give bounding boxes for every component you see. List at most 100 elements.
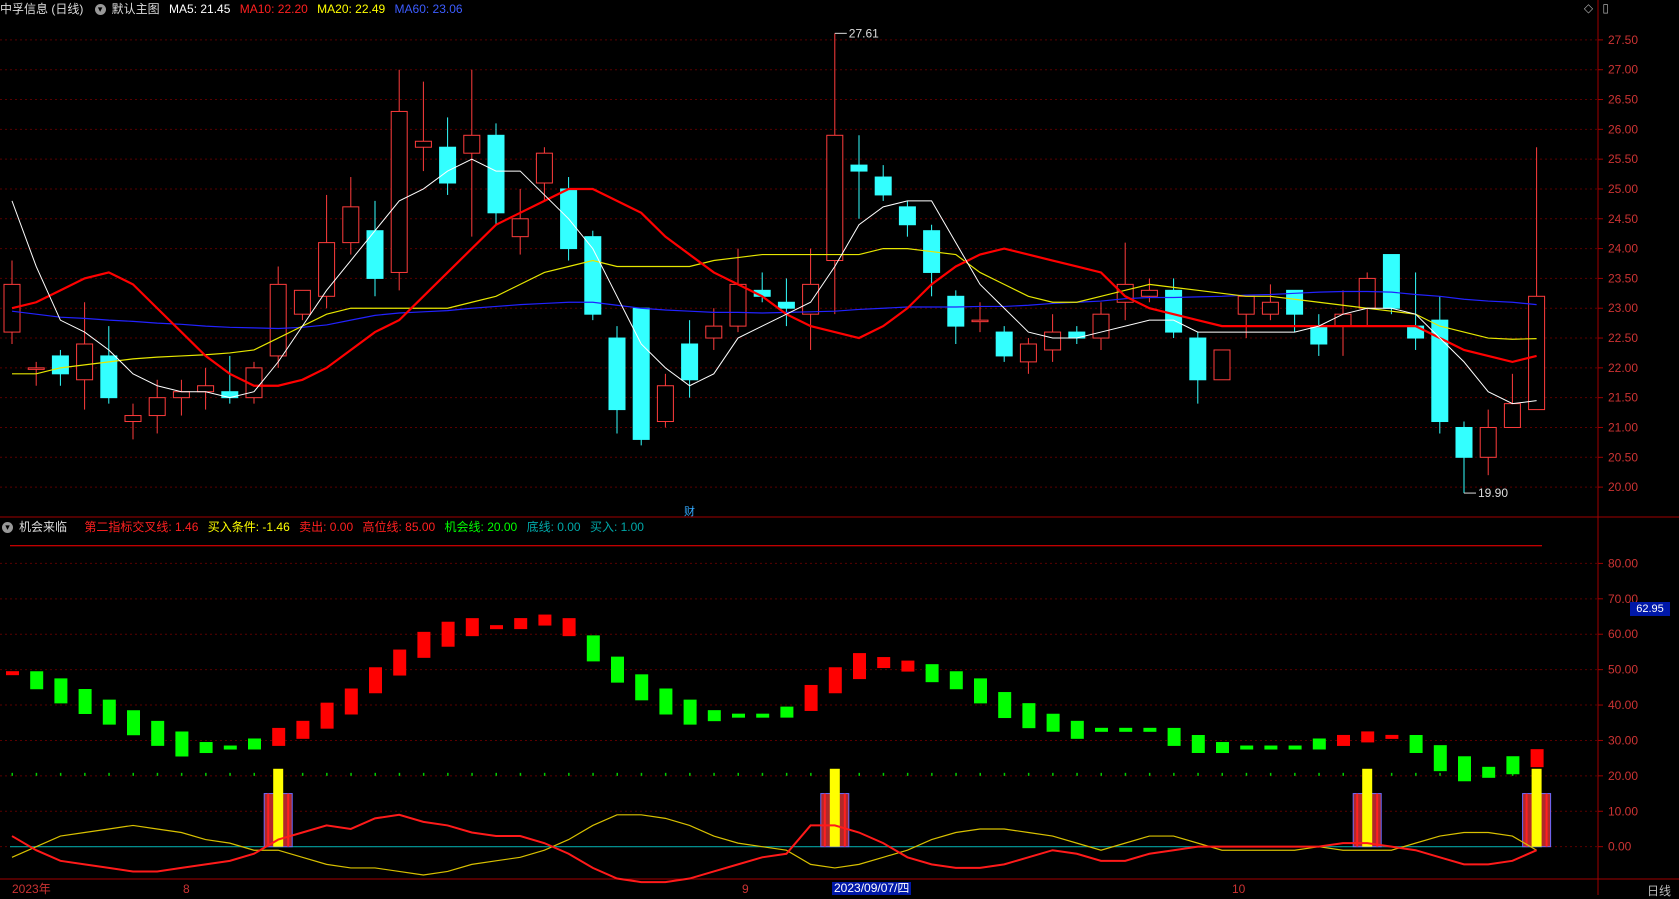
chance-level-tick (1221, 772, 1223, 776)
indicator-bar (611, 656, 624, 683)
candle-body (729, 283, 747, 327)
indicator-bar (1385, 734, 1399, 739)
chance-level-tick (1148, 772, 1151, 776)
price-tick-label: 24.00 (1608, 242, 1638, 256)
chance-level-tick (350, 772, 352, 776)
indicator-bar (562, 618, 576, 637)
chance-level-tick (108, 772, 110, 776)
indicator-bar (925, 664, 939, 683)
chance-level-tick (858, 772, 860, 776)
candle-body (1503, 403, 1521, 428)
candle-body (608, 337, 626, 411)
candle-body (1189, 337, 1207, 381)
chance-level-tick (785, 772, 788, 776)
indicator-bar (54, 678, 68, 704)
finance-event-marker[interactable]: 财 (684, 503, 695, 519)
chance-level-tick (640, 772, 643, 776)
indicator-bar (175, 731, 189, 757)
indicator-bar (1506, 756, 1520, 775)
chance-level-tick (1124, 772, 1127, 776)
indicator-bar (1337, 734, 1350, 746)
indicator-bar (417, 631, 431, 658)
chance-level-tick (955, 772, 957, 776)
indicator-bar (1143, 727, 1157, 732)
chance-level-tick (906, 772, 909, 776)
candle-body (1044, 331, 1062, 351)
indicator-bar (586, 635, 600, 662)
candle-body (850, 164, 868, 172)
indicator-bar (659, 688, 673, 715)
chance-level-tick (1173, 772, 1175, 776)
candle-body (705, 325, 723, 339)
indicator-tick-label: 50.00 (1608, 663, 1638, 677)
chance-level-tick (519, 772, 522, 776)
chance-level-tick (301, 772, 304, 776)
candle-body (318, 242, 336, 297)
chance-level-tick (1197, 772, 1199, 776)
indicator-bar (949, 671, 963, 690)
chance-level-tick (810, 772, 812, 776)
candle-body (269, 283, 287, 357)
indicator-bar (1288, 745, 1302, 750)
chance-level-tick (1390, 772, 1393, 776)
candle-body (172, 391, 190, 399)
candle-body (1382, 254, 1400, 309)
chance-level-tick (35, 772, 38, 776)
indicator-bar (828, 667, 842, 694)
period-button[interactable]: 日线 (1647, 882, 1671, 899)
chance-level-tick (543, 772, 546, 776)
buy-condition-line (11, 814, 1537, 876)
candle-body (1165, 289, 1183, 333)
chance-level-tick (1245, 772, 1248, 776)
indicator-bar (1264, 745, 1278, 750)
indicator-bar (248, 738, 261, 750)
candle-body (826, 134, 844, 262)
buy-signal-marker (1531, 768, 1542, 847)
indicator-bar (1095, 727, 1108, 732)
indicator-tick-label: 0.00 (1608, 840, 1632, 854)
indicator-bar (199, 742, 213, 754)
candle-body (656, 385, 674, 423)
chance-level-tick (931, 772, 933, 776)
indicator-bar (490, 625, 503, 630)
indicator-bar (804, 684, 818, 711)
indicator-bar (780, 706, 794, 718)
indicator-bar (441, 621, 455, 647)
low-price-label: 19.90 (1478, 486, 1508, 500)
price-tick-label: 23.00 (1608, 301, 1638, 315)
indicator-bar (1482, 766, 1496, 778)
price-tick-label: 21.50 (1608, 391, 1638, 405)
chance-level-tick (132, 772, 134, 776)
chance-level-tick (1342, 772, 1344, 776)
candle-body (148, 397, 166, 417)
x-label-sep: 9 (742, 882, 749, 896)
chance-level-tick (1318, 772, 1320, 776)
candle-body (390, 110, 408, 273)
indicator-tick-label: 40.00 (1608, 698, 1638, 712)
chance-level-tick (374, 772, 376, 776)
price-tick-label: 23.50 (1608, 271, 1638, 285)
price-tick-label: 20.00 (1608, 480, 1638, 494)
indicator-bar (756, 713, 770, 718)
chance-level-tick (1415, 772, 1417, 776)
candle-body (802, 283, 820, 315)
candle-body (197, 385, 215, 393)
x-label-year: 2023年 (12, 882, 51, 896)
candle-body (535, 152, 553, 184)
chance-level-tick (59, 772, 62, 776)
indicator-tick-label: 10.00 (1608, 804, 1638, 818)
buy-signal-marker (273, 768, 284, 847)
indicator-bar (1458, 756, 1471, 782)
indicator-bar (732, 713, 745, 718)
candle-body (51, 355, 69, 375)
chance-level-tick (1269, 772, 1272, 776)
chance-level-tick (1003, 772, 1006, 776)
chance-level-tick (979, 772, 981, 776)
price-tick-label: 20.50 (1608, 450, 1638, 464)
indicator-bar (998, 692, 1012, 719)
chance-level-tick (568, 772, 570, 776)
chart-canvas[interactable]: 27.50 27.00 26.50 26.00 25.50 25.00 24.50 24.00… (0, 0, 1679, 895)
indicator-bar (1433, 745, 1447, 772)
candle-body (463, 134, 481, 154)
indicator-bar (1240, 745, 1254, 750)
